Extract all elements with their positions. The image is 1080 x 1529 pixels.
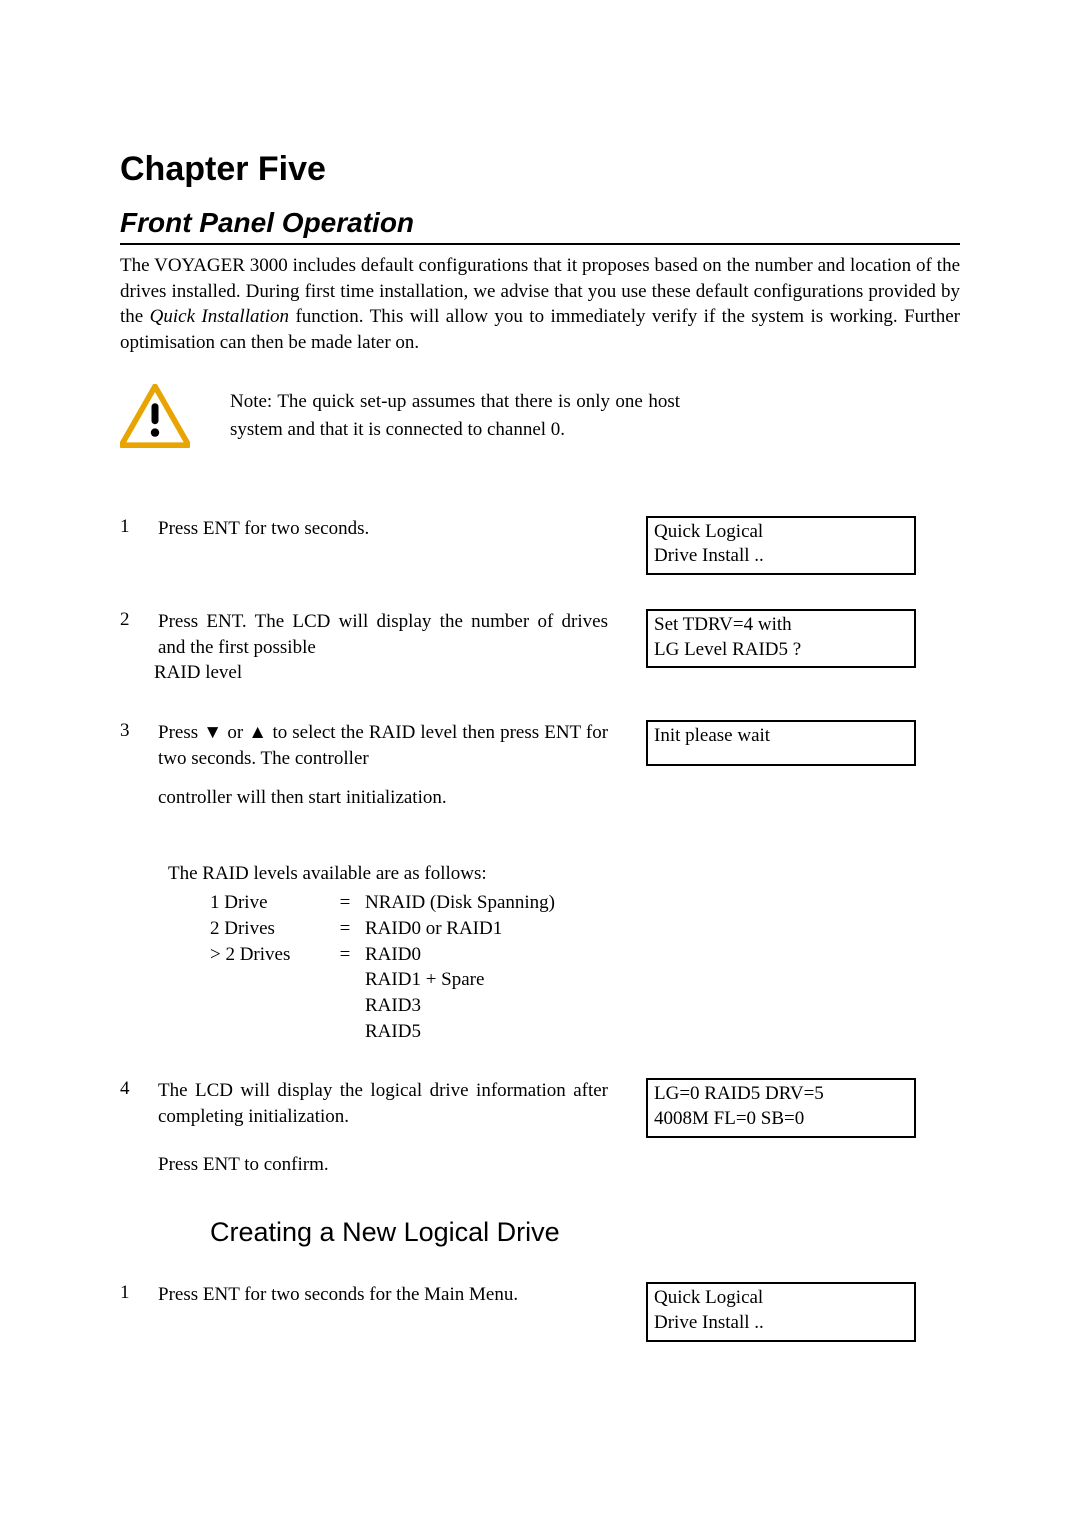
intro-paragraph: The VOYAGER 3000 includes default config… <box>120 253 960 356</box>
subsection-title: Creating a New Logical Drive <box>210 1217 960 1248</box>
note-block: Note: The quick set-up assumes that ther… <box>120 384 960 454</box>
lcd-line: Drive Install .. <box>654 544 908 569</box>
raid-cell: = <box>325 890 365 916</box>
raid-intro: The RAID levels available are as follows… <box>168 861 960 887</box>
step-row: 1 Press ENT for two seconds. Quick Logic… <box>120 516 960 575</box>
table-row: 2 Drives = RAID0 or RAID1 <box>210 916 960 942</box>
step-text-line: Press ENT. The LCD will display the numb… <box>158 611 608 658</box>
lcd-line: Init please wait <box>654 724 908 749</box>
step-text-part: Press <box>158 722 203 743</box>
section-title: Front Panel Operation <box>120 207 960 245</box>
step-number: 1 <box>120 516 138 538</box>
lcd-display: Quick Logical Drive Install .. <box>646 1282 916 1341</box>
note-text: Note: The quick set-up assumes that ther… <box>230 384 680 445</box>
raid-table: 1 Drive = NRAID (Disk Spanning) 2 Drives… <box>210 890 960 1044</box>
step-text: Press ENT for two seconds. <box>158 516 626 542</box>
step-text: The LCD will display the logical drive i… <box>158 1078 626 1129</box>
lcd-line: 4008M FL=0 SB=0 <box>654 1107 908 1132</box>
lcd-display: Set TDRV=4 with LG Level RAID5 ? <box>646 609 916 668</box>
step-text: Press ▼ or ▲ to select the RAID level th… <box>158 720 626 771</box>
raid-cell: RAID1 + Spare <box>365 967 960 993</box>
raid-cell: = <box>325 916 365 942</box>
raid-cell: RAID0 <box>365 942 960 968</box>
lcd-display: Quick Logical Drive Install .. <box>646 516 916 575</box>
step-text: Press ENT. The LCD will display the numb… <box>158 609 626 686</box>
step-number: 2 <box>120 609 138 631</box>
raid-cell <box>210 967 325 993</box>
raid-cell: RAID0 or RAID1 <box>365 916 960 942</box>
step-text-line: RAID level <box>154 662 242 683</box>
document-page: Chapter Five Front Panel Operation The V… <box>0 0 1080 1462</box>
raid-cell <box>210 993 325 1019</box>
table-row: 1 Drive = NRAID (Disk Spanning) <box>210 890 960 916</box>
intro-emphasis: Quick Installation <box>150 306 289 327</box>
step-row: 2 Press ENT. The LCD will display the nu… <box>120 609 960 686</box>
lcd-display: Init please wait <box>646 720 916 766</box>
steps-list: 1 Press ENT for two seconds. Quick Logic… <box>120 482 960 1342</box>
warning-icon <box>120 384 190 454</box>
raid-cell: 2 Drives <box>210 916 325 942</box>
lcd-line: LG=0 RAID5 DRV=5 <box>654 1082 908 1107</box>
raid-cell <box>325 1019 365 1045</box>
down-arrow-icon: ▼ <box>203 722 222 743</box>
raid-cell <box>210 1019 325 1045</box>
raid-cell: 1 Drive <box>210 890 325 916</box>
step-row: 3 Press ▼ or ▲ to select the RAID level … <box>120 720 960 771</box>
step-row: 1 Press ENT for two seconds for the Main… <box>120 1282 960 1341</box>
step-extra-text: controller will then start initializatio… <box>158 785 960 811</box>
lcd-line: LG Level RAID5 ? <box>654 638 908 663</box>
table-row: RAID3 <box>210 993 960 1019</box>
step-number: 3 <box>120 720 138 742</box>
table-row: > 2 Drives = RAID0 <box>210 942 960 968</box>
step-extra-text: Press ENT to confirm. <box>158 1152 960 1178</box>
raid-cell: > 2 Drives <box>210 942 325 968</box>
chapter-title: Chapter Five <box>120 150 960 189</box>
lcd-line: Quick Logical <box>654 520 908 545</box>
lcd-line: Drive Install .. <box>654 1311 908 1336</box>
raid-cell: = <box>325 942 365 968</box>
lcd-line: Quick Logical <box>654 1286 908 1311</box>
table-row: RAID5 <box>210 1019 960 1045</box>
raid-cell <box>325 993 365 1019</box>
table-row: RAID1 + Spare <box>210 967 960 993</box>
up-arrow-icon: ▲ <box>248 722 267 743</box>
step-row: 4 The LCD will display the logical drive… <box>120 1078 960 1137</box>
raid-cell <box>325 967 365 993</box>
step-number: 1 <box>120 1282 138 1304</box>
step-text-part: or <box>222 722 248 743</box>
step-number: 4 <box>120 1078 138 1100</box>
step-text: Press ENT for two seconds for the Main M… <box>158 1282 626 1308</box>
lcd-display: LG=0 RAID5 DRV=5 4008M FL=0 SB=0 <box>646 1078 916 1137</box>
raid-cell: RAID3 <box>365 993 960 1019</box>
lcd-line: Set TDRV=4 with <box>654 613 908 638</box>
raid-cell: RAID5 <box>365 1019 960 1045</box>
raid-cell: NRAID (Disk Spanning) <box>365 890 960 916</box>
